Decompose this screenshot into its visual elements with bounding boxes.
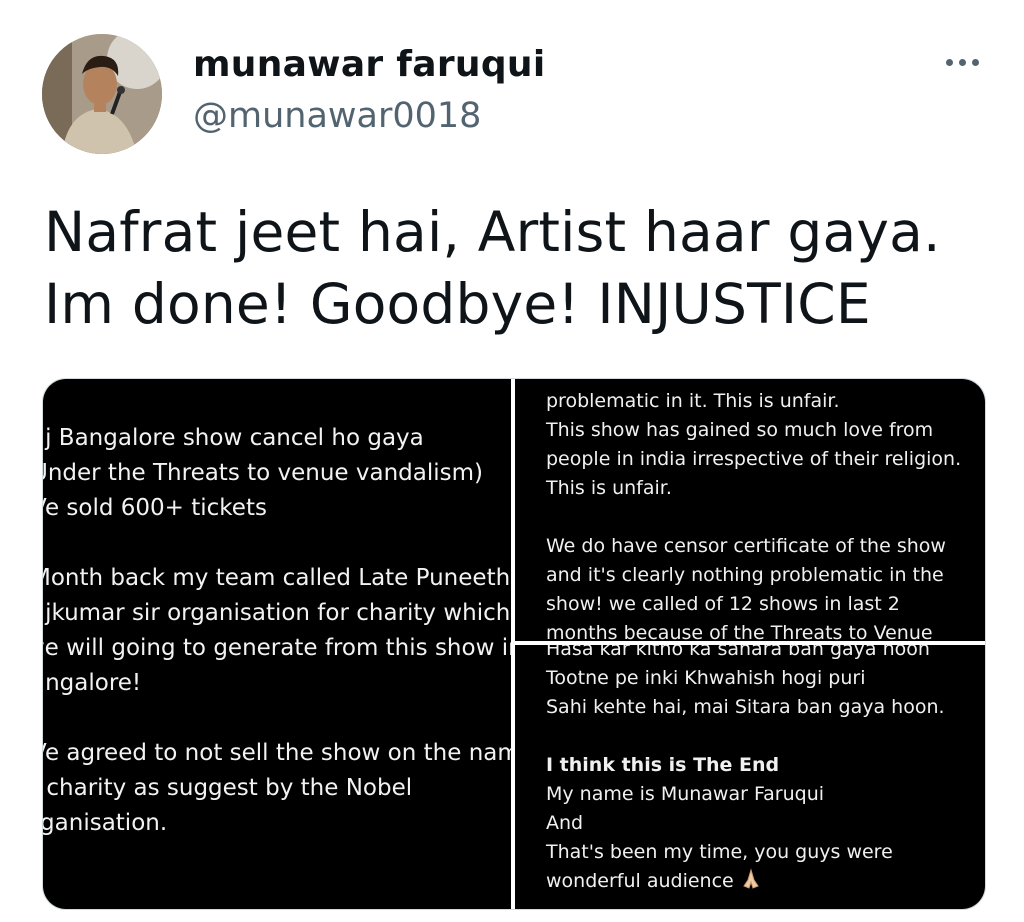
image-text-line: f charity as suggest by the Nobel (43, 775, 413, 801)
more-horizontal-icon (945, 58, 953, 66)
avatar[interactable] (42, 34, 162, 154)
image-text-line: months because of the Threats to Venue (546, 622, 933, 641)
user-handle[interactable]: @munawar0018 (193, 96, 481, 136)
image-text: problematic in it. This is unfair. This … (546, 387, 961, 641)
image-text-line: That's been my time, you guys were (546, 841, 893, 863)
folded-hands-icon (742, 868, 759, 889)
image-text-line: wonderful audience (546, 867, 945, 896)
image-text-line: This show has gained so much love from (546, 419, 934, 441)
image-text-line (546, 503, 961, 532)
image-text: Hasa kar kitno ka sahara ban gaya hoon T… (546, 645, 945, 896)
image-text-line: I think this is The End (546, 754, 780, 776)
image-text-line: We do have censor certificate of the sho… (546, 535, 946, 557)
image-text: aj Bangalore show cancel ho gaya Under t… (43, 421, 511, 841)
image-text-line: Hasa kar kitno ka sahara ban gaya hoon (546, 645, 930, 660)
image-text-line: aj Bangalore show cancel ho gaya (43, 425, 424, 451)
more-options-button[interactable] (938, 44, 986, 80)
image-text-line: Sahi kehte hai, mai Sitara ban gaya hoon… (546, 696, 945, 718)
image-text-line: Month back my team called Late Puneeth (43, 565, 511, 591)
image-text-line: Under the Threats to venue vandalism) (43, 460, 484, 486)
tweet-text-line: Nafrat jeet hai, Artist haar gaya. (44, 200, 941, 264)
image-text-line: My name is Munawar Faruqui (546, 783, 825, 805)
more-horizontal-icon (971, 58, 979, 66)
image-text-line: people in india irrespective of their re… (546, 448, 962, 470)
image-text-line-content: wonderful audience (546, 870, 734, 892)
image-text-line: ve will going to generate from this show… (43, 635, 511, 661)
image-text-line (546, 722, 945, 751)
media-image-2[interactable]: problematic in it. This is unfair. This … (515, 379, 985, 641)
image-text-line: And (546, 812, 584, 834)
media-grid: aj Bangalore show cancel ho gaya Under t… (42, 378, 986, 910)
image-text-line: problematic in it. This is unfair. (546, 390, 840, 412)
image-text-line: ajkumar sir organisation for charity whi… (43, 600, 511, 626)
image-text-line: angalore! (43, 670, 142, 696)
image-text-line: show! we called of 12 shows in last 2 (546, 593, 900, 615)
image-text-line: rganisation. (43, 810, 168, 836)
avatar-photo (42, 34, 162, 154)
tweet-text-line: Im done! Goodbye! INJUSTICE (44, 272, 871, 336)
image-text-line: This is unfair. (546, 477, 672, 499)
media-image-1[interactable]: aj Bangalore show cancel ho gaya Under t… (43, 379, 511, 909)
image-text-line: Tootne pe inki Khwahish hogi puri (546, 667, 866, 689)
display-name[interactable]: munawar faruqui (193, 44, 545, 85)
image-text-line: and it's clearly nothing problematic in … (546, 564, 944, 586)
image-text-line: Ve sold 600+ tickets (43, 495, 267, 521)
image-text-line (43, 701, 511, 736)
media-image-3[interactable]: Hasa kar kitno ka sahara ban gaya hoon T… (515, 645, 985, 909)
image-text-line (43, 526, 511, 561)
tweet-text: Nafrat jeet hai, Artist haar gaya. Im do… (44, 196, 1004, 340)
image-text-line: Ve agreed to not sell the show on the na… (43, 740, 511, 766)
more-horizontal-icon (958, 58, 966, 66)
